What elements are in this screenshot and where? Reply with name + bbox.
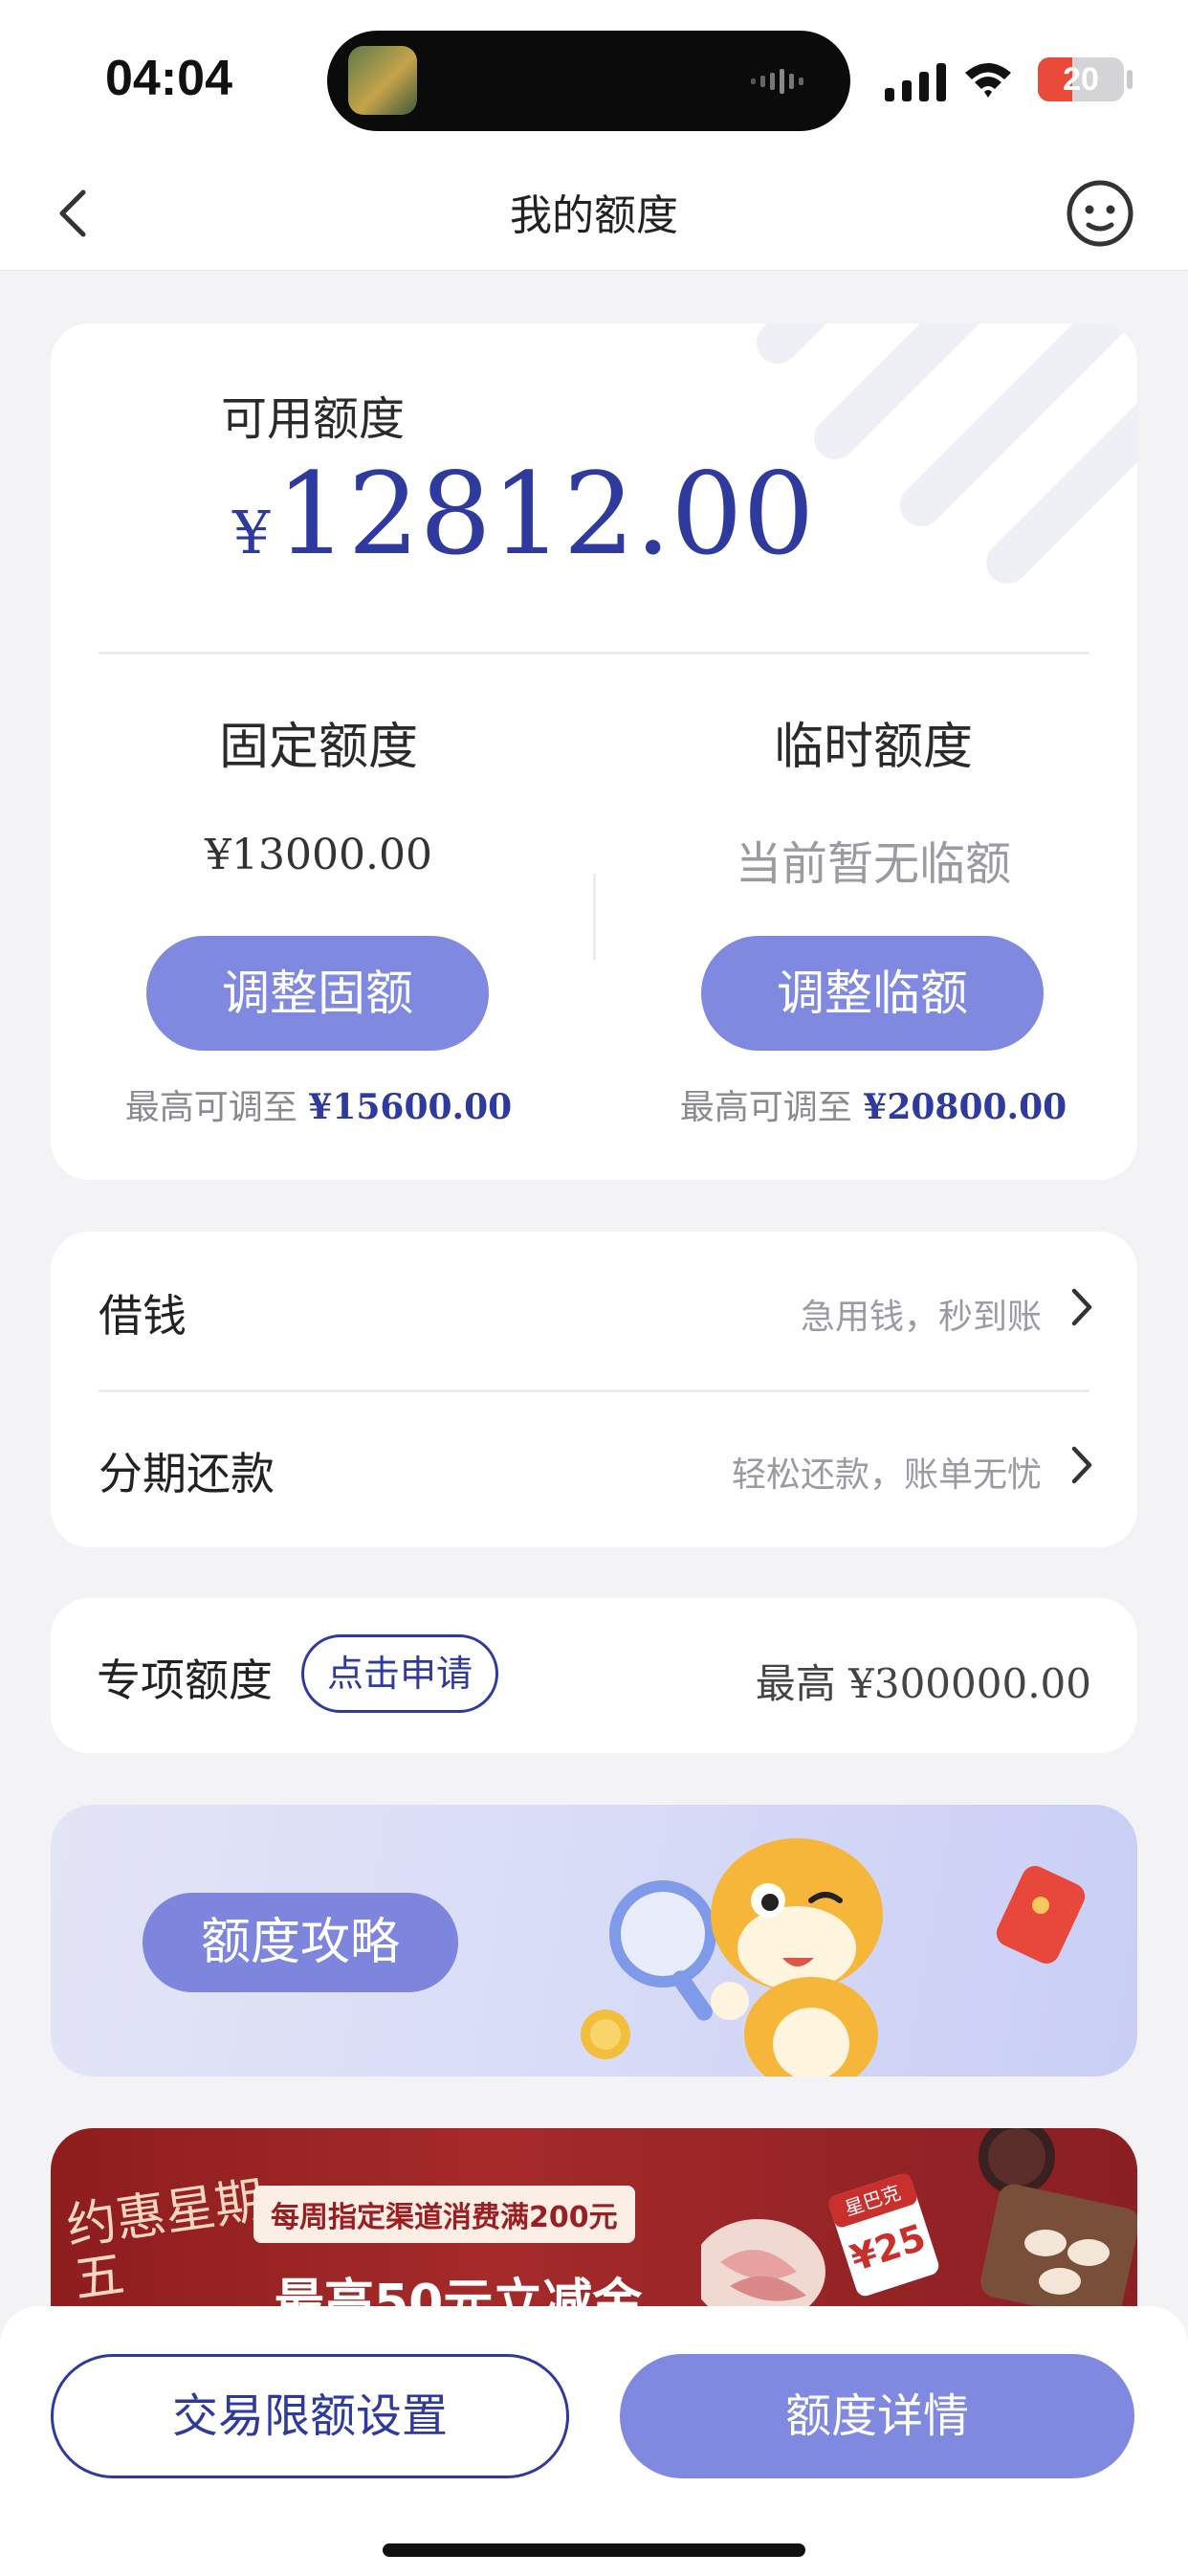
list-item-label: 分期还款 (99, 1448, 275, 1499)
quota-details-button[interactable]: 额度详情 (620, 2354, 1134, 2478)
column-divider (593, 874, 596, 960)
fixed-max-value: ¥15600.00 (308, 1087, 513, 1127)
temporary-max-hint: 最高可调至 ¥20800.00 (605, 1079, 1137, 1129)
list-item-hint: 轻松还款，账单无忧 (731, 1455, 1042, 1495)
list-item-installment[interactable]: 分期还款 轻松还款，账单无忧 (51, 1389, 1137, 1547)
temporary-quota-value: 当前暂无临额 (735, 837, 1011, 891)
available-quota-label: 可用额度 (221, 392, 406, 446)
wifi-icon (965, 63, 1011, 98)
special-quota-label: 专项额度 (97, 1654, 273, 1706)
adjust-fixed-button[interactable]: 调整固额 (146, 936, 489, 1051)
status-time: 04:04 (105, 51, 232, 106)
special-max-prefix: 最高 (755, 1660, 836, 1707)
list-item-label: 借钱 (99, 1290, 187, 1342)
list-item-borrow[interactable]: 借钱 急用钱，秒到账 (51, 1232, 1137, 1389)
quota-strategy-banner[interactable]: 额度攻略 (51, 1805, 1137, 2076)
apply-button[interactable]: 点击申请 (301, 1634, 498, 1713)
fixed-quota-value: ¥13000.00 (205, 831, 432, 879)
fixed-quota-title: 固定额度 (218, 719, 418, 776)
quota-card: 可用额度 ¥12812.00 固定额度 ¥13000.00 调整固额 最高可调至… (51, 323, 1137, 1180)
battery-percent: 20 (1063, 61, 1099, 98)
adjust-temporary-button[interactable]: 调整临额 (701, 936, 1044, 1051)
home-indicator (383, 2543, 805, 2557)
special-quota-max: 最高 ¥300000.00 (756, 1652, 1091, 1710)
transaction-limit-button[interactable]: 交易限额设置 (51, 2354, 569, 2478)
page-title: 我的额度 (510, 191, 678, 240)
nav-bar: 我的额度 (0, 158, 1188, 271)
service-list: 借钱 急用钱，秒到账 分期还款 轻松还款，账单无忧 (51, 1232, 1137, 1547)
audio-wave-icon (751, 69, 803, 94)
battery-cap (1127, 70, 1133, 89)
available-quota-amount: ¥12812.00 (232, 448, 815, 580)
temporary-max-prefix: 最高可调至 (679, 1088, 852, 1127)
back-arrow-icon[interactable] (43, 175, 110, 252)
special-quota-card: 专项额度 点击申请 最高 ¥300000.00 (51, 1598, 1137, 1753)
cellular-signal-icon (885, 63, 946, 101)
fixed-max-prefix: 最高可调至 (124, 1088, 297, 1127)
list-item-hint: 急用钱，秒到账 (800, 1298, 1042, 1337)
promo-subtitle: 每周指定渠道消费满200元 (253, 2186, 635, 2243)
temporary-quota-title: 临时额度 (773, 719, 973, 776)
tiger-mascot-illustration (581, 1838, 1086, 2076)
dynamic-island (327, 31, 850, 131)
temporary-max-value: ¥20800.00 (863, 1087, 1067, 1127)
fixed-max-hint: 最高可调至 ¥15600.00 (51, 1079, 586, 1129)
special-max-value: ¥300000.00 (848, 1660, 1091, 1707)
currency-symbol: ¥ (232, 498, 271, 567)
customer-service-icon[interactable] (1062, 175, 1138, 252)
bottom-action-bar: 交易限额设置 额度详情 (0, 2306, 1188, 2576)
chevron-right-icon (1071, 1446, 1092, 1484)
chevron-right-icon (1071, 1288, 1092, 1326)
status-bar: 04:04 20 (0, 0, 1188, 158)
battery-icon: 20 (1038, 57, 1124, 101)
available-amount-value: 12812.00 (275, 448, 815, 580)
now-playing-artwork (348, 46, 417, 115)
strategy-label: 额度攻略 (143, 1893, 458, 1992)
divider (99, 652, 1089, 655)
